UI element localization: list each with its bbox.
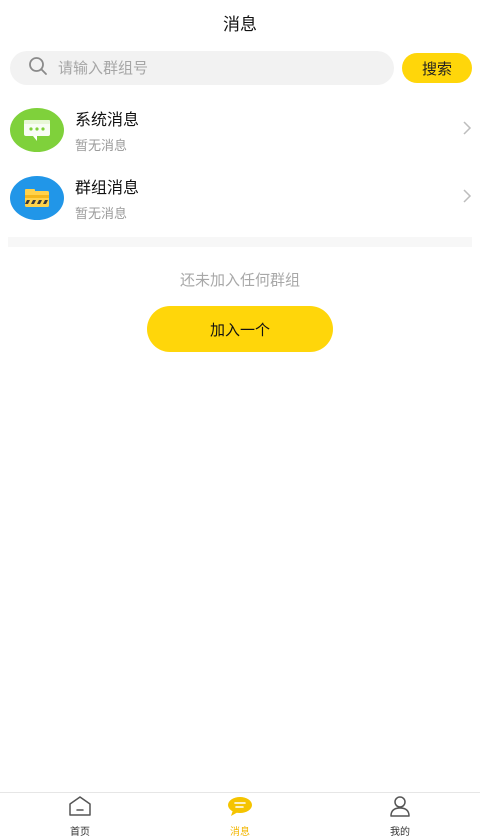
list-item-title: 群组消息 bbox=[75, 178, 140, 197]
list-item-system-messages[interactable]: 系统消息 暂无消息 bbox=[0, 96, 480, 164]
tab-profile[interactable]: 我的 bbox=[320, 793, 480, 840]
chevron-right-icon bbox=[462, 120, 472, 140]
message-icon bbox=[227, 795, 253, 821]
tab-home[interactable]: 首页 bbox=[0, 793, 160, 840]
chevron-right-icon bbox=[462, 188, 472, 208]
search-box[interactable] bbox=[10, 51, 394, 85]
message-list: 系统消息 暂无消息 群组消息 暂无消息 bbox=[0, 96, 480, 232]
bottom-tab-bar: 首页 消息 我的 bbox=[0, 792, 480, 840]
list-item-subtitle: 暂无消息 bbox=[75, 207, 128, 222]
page-title: 消息 bbox=[223, 14, 257, 35]
search-input[interactable] bbox=[58, 59, 394, 77]
profile-icon bbox=[387, 795, 413, 821]
system-message-icon bbox=[10, 108, 64, 152]
list-item-title: 系统消息 bbox=[75, 110, 140, 129]
list-item-group-messages[interactable]: 群组消息 暂无消息 bbox=[0, 164, 480, 232]
search-bar: 搜索 bbox=[0, 51, 480, 85]
tab-label: 首页 bbox=[70, 827, 90, 838]
section-divider bbox=[8, 237, 472, 247]
search-button[interactable]: 搜索 bbox=[402, 53, 472, 83]
group-message-icon bbox=[10, 176, 64, 220]
tab-label: 消息 bbox=[230, 827, 250, 838]
join-group-button[interactable]: 加入一个 bbox=[147, 306, 333, 352]
search-icon bbox=[28, 56, 48, 80]
tab-messages[interactable]: 消息 bbox=[160, 793, 320, 840]
list-item-subtitle: 暂无消息 bbox=[75, 139, 128, 154]
home-icon bbox=[67, 795, 93, 821]
tab-label: 我的 bbox=[390, 827, 410, 838]
empty-state-text: 还未加入任何群组 bbox=[179, 271, 300, 289]
header: 消息 bbox=[0, 0, 480, 44]
